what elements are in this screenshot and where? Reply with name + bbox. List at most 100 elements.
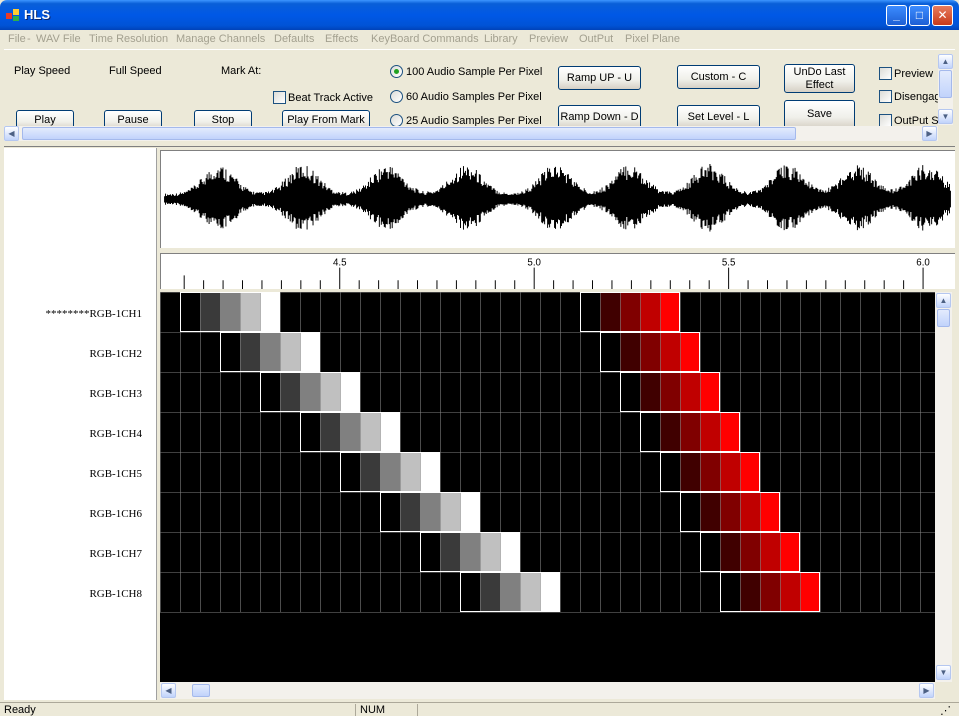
status-divider (417, 704, 418, 716)
app-icon (6, 9, 19, 21)
grid-cell-white-ramp (300, 412, 320, 452)
disengage-checkbox[interactable] (879, 90, 892, 103)
grid-cell-red-ramp (800, 572, 820, 612)
grid-cell-white-ramp (500, 532, 520, 572)
resolution-label-60: 60 Audio Samples Per Pixel (406, 91, 542, 103)
grid-hscroll[interactable]: ◀ ▶ (160, 682, 935, 699)
grid-cell-white-ramp (300, 372, 320, 412)
ramp-up-button[interactable]: Ramp UP - U (558, 66, 641, 90)
grid-cell-red-ramp (580, 292, 600, 332)
channel-label[interactable]: RGB-1CH4 (0, 428, 142, 440)
full-speed-label: Full Speed (109, 65, 162, 77)
menu-library[interactable]: Library (484, 33, 518, 45)
grid-cell-red-ramp (700, 372, 720, 412)
status-divider (355, 704, 356, 716)
menu-defaults[interactable]: Defaults (274, 33, 314, 45)
menu-pixel-plane[interactable]: Pixel Plane (625, 33, 680, 45)
menu-time-resolution[interactable]: Time Resolution (89, 33, 168, 45)
grid-vscroll-thumb[interactable] (937, 309, 950, 327)
grid-cell-white-ramp (340, 452, 360, 492)
ruler-tick-label: 6.0 (916, 258, 930, 269)
menu-effects[interactable]: Effects (325, 33, 358, 45)
grid-cell-red-ramp (780, 572, 800, 612)
grid-cell-white-ramp (340, 412, 360, 452)
maximize-button[interactable]: □ (909, 5, 930, 26)
channel-label[interactable]: RGB-1CH6 (0, 508, 142, 520)
grid-cell-white-ramp (280, 372, 300, 412)
waveform-trace (164, 163, 951, 232)
undo-last-effect-button[interactable]: UnDo Last Effect (784, 64, 855, 93)
preview-checkbox[interactable] (879, 67, 892, 80)
grid-cell-red-ramp (620, 372, 640, 412)
toolbar-scroll-right-arrow-icon[interactable]: ▶ (922, 126, 937, 141)
close-icon: ✕ (937, 8, 948, 22)
toolbar-hscroll-thumb[interactable] (22, 127, 796, 140)
resolution-radio-60[interactable] (390, 90, 403, 103)
channel-grid[interactable] (160, 292, 935, 682)
ruler-tick-label: 4.5 (333, 258, 347, 269)
minimize-button[interactable]: _ (886, 5, 907, 26)
grid-cell-white-ramp (260, 292, 280, 332)
grid-cell-white-ramp (540, 572, 560, 612)
menu-preview[interactable]: Preview (529, 33, 568, 45)
grid-cell-white-ramp (400, 452, 420, 492)
grid-cell-white-ramp (340, 372, 360, 412)
resize-grip-icon[interactable]: ⋰ (940, 704, 951, 716)
title-bar[interactable] (0, 0, 959, 30)
menu-wav-file[interactable]: WAV File (36, 33, 81, 45)
grid-cell-white-ramp (380, 412, 400, 452)
grid-cell-white-ramp (260, 372, 280, 412)
grid-cell-red-ramp (720, 412, 740, 452)
menu-output[interactable]: OutPut (579, 33, 613, 45)
channel-label[interactable]: ********RGB-1CH1 (0, 308, 142, 320)
channel-label[interactable]: RGB-1CH3 (0, 388, 142, 400)
toolbar-scroll-up-arrow-icon[interactable]: ▲ (938, 54, 953, 69)
grid-cell-red-ramp (660, 412, 680, 452)
minimize-icon: _ (893, 8, 900, 22)
grid-cell-white-ramp (220, 332, 240, 372)
menu-manage-channels[interactable]: Manage Channels (176, 33, 265, 45)
grid-cell-red-ramp (680, 412, 700, 452)
grid-hscroll-track[interactable] (160, 682, 935, 699)
grid-cell-white-ramp (360, 452, 380, 492)
grid-cell-white-ramp (500, 572, 520, 612)
grid-scroll-down-arrow-icon[interactable]: ▼ (936, 665, 951, 680)
grid-scroll-up-arrow-icon[interactable]: ▲ (936, 293, 951, 308)
grid-scroll-right-arrow-icon[interactable]: ▶ (919, 683, 934, 698)
grid-cell-red-ramp (760, 492, 780, 532)
menu-bar: File - WAV File Time Resolution Manage C… (4, 30, 955, 49)
mark-at-label: Mark At: (221, 65, 262, 77)
audio-waveform[interactable] (160, 150, 955, 248)
channel-label[interactable]: RGB-1CH8 (0, 588, 142, 600)
grid-hscroll-thumb[interactable] (192, 684, 210, 697)
grid-vscroll-track[interactable] (935, 292, 952, 682)
grid-vscroll[interactable]: ▲ ▼ (935, 292, 952, 682)
custom-button[interactable]: Custom - C (677, 65, 760, 89)
grid-cell-red-ramp (740, 492, 760, 532)
grid-cell-red-ramp (640, 412, 660, 452)
channel-label[interactable]: RGB-1CH7 (0, 548, 142, 560)
channel-label[interactable]: RGB-1CH2 (0, 348, 142, 360)
grid-cell-red-ramp (680, 492, 700, 532)
resolution-radio-100[interactable] (390, 65, 403, 78)
status-bar: Ready NUM ⋰ (0, 702, 959, 716)
grid-cell-red-ramp (680, 372, 700, 412)
toolbar-scroll-down-arrow-icon[interactable]: ▼ (938, 109, 953, 124)
ruler-tick-label: 5.0 (527, 258, 541, 269)
status-text: Ready (4, 704, 36, 716)
menu-keyboard-commands[interactable]: KeyBoard Commands (371, 33, 479, 45)
toolbar-vscroll-thumb[interactable] (939, 70, 952, 98)
channel-label[interactable]: RGB-1CH5 (0, 468, 142, 480)
grid-cell-red-ramp (720, 492, 740, 532)
time-ruler[interactable]: 4.5 5.0 5.5 6.0 (160, 253, 955, 289)
beat-track-checkbox[interactable] (273, 91, 286, 104)
toolbar-scroll-left-arrow-icon[interactable]: ◀ (4, 126, 19, 141)
save-button[interactable]: Save (784, 100, 855, 129)
grid-scroll-left-arrow-icon[interactable]: ◀ (161, 683, 176, 698)
close-button[interactable]: ✕ (932, 5, 953, 26)
grid-cell-red-ramp (680, 452, 700, 492)
menu-file[interactable]: File (8, 33, 26, 45)
grid-cell-white-ramp (420, 452, 440, 492)
grid-cell-red-ramp (700, 532, 720, 572)
grid-cell-white-ramp (180, 292, 200, 332)
